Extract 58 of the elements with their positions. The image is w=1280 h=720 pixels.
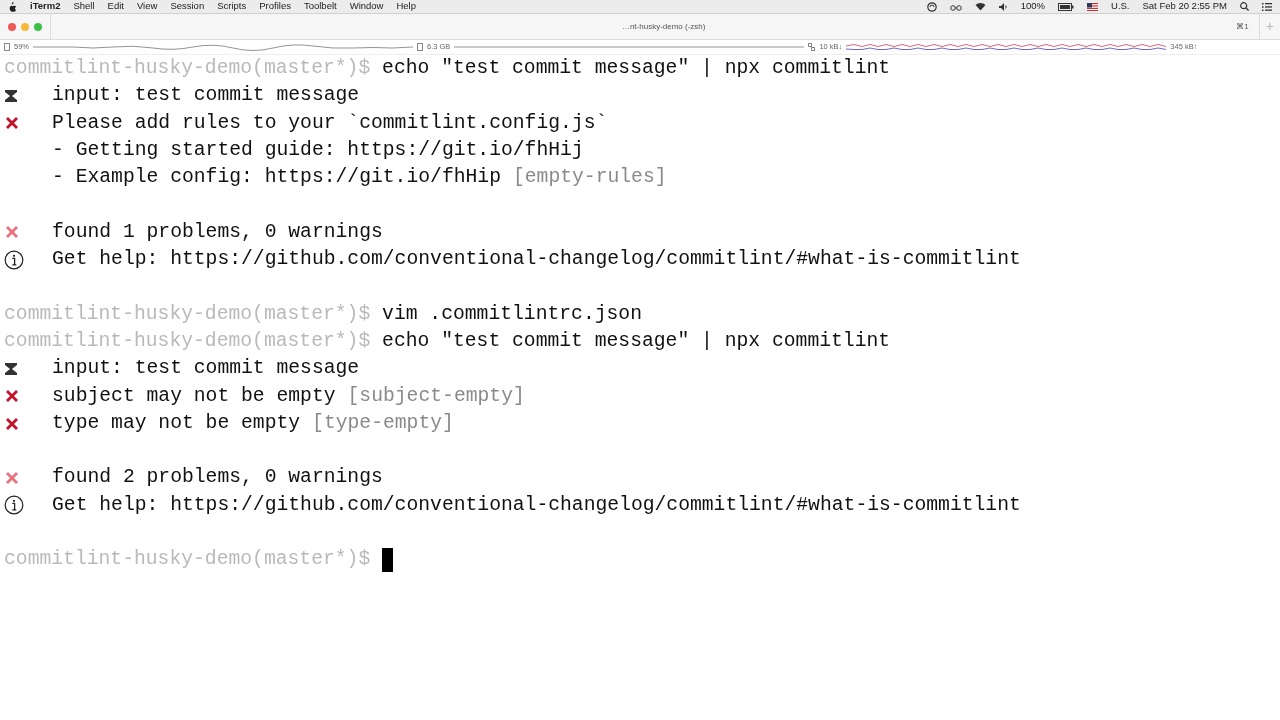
input-source[interactable]: U.S.	[1111, 0, 1130, 14]
menu-clock[interactable]: Sat Feb 20 2:55 PM	[1142, 0, 1227, 14]
app-menu[interactable]: iTerm2	[30, 0, 61, 14]
output-text: Get help: https://github.com/conventional-changelog/commitlint/#what-is-commitlint	[52, 492, 1021, 518]
shell-prompt: commitlint-husky-demo(master*)$	[4, 328, 371, 354]
rule-name: [empty-rules]	[512, 165, 667, 191]
shell-prompt: commitlint-husky-demo(master*)$	[4, 547, 371, 573]
menu-icon[interactable]	[1262, 2, 1272, 11]
network-icon	[808, 43, 816, 51]
menu-item[interactable]: View	[136, 0, 158, 14]
menu-item[interactable]: Window	[349, 0, 384, 14]
info-icon	[4, 495, 24, 516]
output-text: found 2 problems, 0 warnings	[52, 465, 383, 491]
output-text: Get help: https://github.com/conventional-changelog/commitlint/#what-is-commitlint	[52, 247, 1021, 273]
command-text: echo "test commit message" | npx commitlint	[381, 328, 891, 354]
cross-icon	[4, 415, 20, 432]
hourglass-icon	[4, 362, 18, 375]
shell-prompt: commitlint-husky-demo(master*)$	[4, 56, 371, 81]
cross-icon	[4, 470, 20, 487]
cross-icon	[4, 388, 20, 405]
command-text: vim .commitlintrc.json	[381, 301, 642, 327]
sync-icon[interactable]	[926, 1, 937, 12]
output-text: type may not be empty	[52, 410, 301, 436]
menu-item[interactable]: Edit	[107, 0, 124, 14]
cpu-icon	[4, 43, 10, 51]
battery-icon[interactable]	[1058, 2, 1074, 11]
apple-icon[interactable]	[8, 1, 17, 12]
glasses-icon[interactable]	[949, 2, 962, 11]
search-icon[interactable]	[1240, 2, 1249, 11]
cross-icon	[4, 224, 20, 241]
rule-name: [type-empty]	[312, 410, 454, 436]
command-text: echo "test commit message" | npx commitlint	[381, 56, 891, 81]
output-text: input: test commit message	[52, 356, 360, 382]
shell-prompt: commitlint-husky-demo(master*)$	[4, 301, 371, 327]
output-text: found 1 problems, 0 warnings	[52, 219, 383, 245]
battery-percentage: 100%	[1020, 0, 1045, 14]
info-icon	[4, 249, 24, 270]
cross-icon	[4, 115, 20, 132]
rule-name: [subject-empty]	[347, 383, 525, 409]
output-text: - Getting started guide: https://git.io/fhHij	[52, 137, 584, 163]
menu-item[interactable]: Help	[396, 0, 416, 14]
menu-item[interactable]: Session	[170, 0, 205, 14]
output-text: input: test commit message	[52, 83, 360, 109]
volume-icon[interactable]	[998, 2, 1008, 11]
hourglass-icon	[4, 89, 18, 102]
menu-item[interactable]: Toolbelt	[303, 0, 337, 14]
tab-shortcut: ⌘1	[1236, 20, 1249, 33]
menu-item[interactable]: Profiles	[259, 0, 291, 14]
close-button[interactable]	[8, 22, 16, 31]
flag-icon[interactable]	[1087, 2, 1098, 11]
menu-item[interactable]: Scripts	[217, 0, 247, 14]
output-text: subject may not be empty	[52, 383, 336, 409]
wifi-icon[interactable]	[974, 2, 986, 11]
memory-icon	[417, 43, 423, 51]
output-text: Please add rules to your `commitlint.config.js`	[52, 110, 608, 136]
output-text: - Example config: https://git.io/fhHip	[52, 165, 501, 191]
menu-item[interactable]: Shell	[73, 0, 95, 14]
window-title: …nt-husky-demo (-zsh)	[620, 20, 707, 33]
